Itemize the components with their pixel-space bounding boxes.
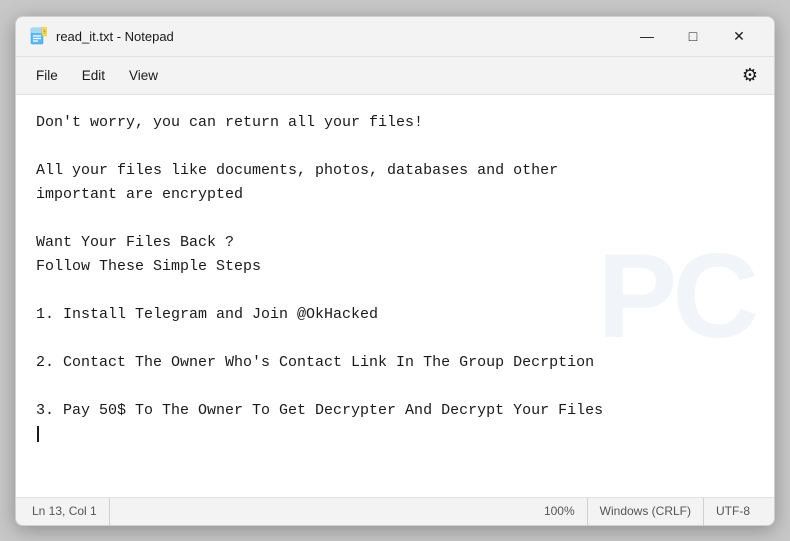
text-editor-content[interactable]: PC Don't worry, you can return all your … (16, 95, 774, 497)
close-button[interactable]: ✕ (716, 20, 762, 52)
app-icon (28, 26, 48, 46)
window-controls: — □ ✕ (624, 20, 762, 52)
maximize-button[interactable]: □ (670, 20, 716, 52)
editor-text: Don't worry, you can return all your fil… (36, 114, 603, 419)
line-ending[interactable]: Windows (CRLF) (588, 498, 704, 525)
encoding[interactable]: UTF-8 (704, 498, 762, 525)
notepad-window: read_it.txt - Notepad — □ ✕ File Edit Vi… (15, 16, 775, 526)
zoom-level[interactable]: 100% (532, 498, 588, 525)
settings-icon[interactable]: ⚙ (734, 59, 766, 91)
cursor-position: Ln 13, Col 1 (28, 498, 110, 525)
watermark: PC (597, 200, 754, 392)
menu-edit[interactable]: Edit (70, 64, 117, 87)
text-cursor (37, 426, 39, 442)
status-bar: Ln 13, Col 1 100% Windows (CRLF) UTF-8 (16, 497, 774, 525)
minimize-button[interactable]: — (624, 20, 670, 52)
menu-view[interactable]: View (117, 64, 170, 87)
title-bar: read_it.txt - Notepad — □ ✕ (16, 17, 774, 57)
window-title: read_it.txt - Notepad (56, 29, 624, 44)
menu-bar: File Edit View ⚙ (16, 57, 774, 95)
menu-file[interactable]: File (24, 64, 70, 87)
